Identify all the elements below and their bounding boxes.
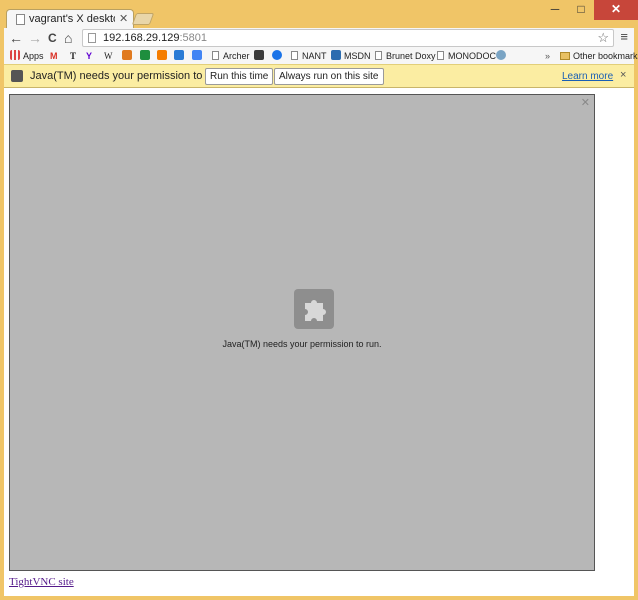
address-bar[interactable]: 192.168.29.129:5801 ☆ [82, 29, 614, 47]
nytimes-icon[interactable]: T [70, 49, 76, 63]
bookmark-star-icon[interactable]: ☆ [597, 30, 609, 46]
bookmarks-overflow-button[interactable]: » [545, 49, 550, 63]
calendar-icon[interactable] [192, 49, 205, 63]
drive-icon[interactable] [140, 49, 153, 63]
folder-icon [560, 52, 570, 60]
run-this-time-button[interactable]: Run this time [205, 68, 274, 85]
plugin-infobar: Java(TM) needs your permission to run. R… [4, 64, 634, 88]
back-button[interactable]: ← [9, 29, 23, 47]
forward-button[interactable]: → [28, 29, 42, 47]
close-window-button[interactable]: ✕ [594, 0, 638, 20]
gmail-icon[interactable]: M [50, 49, 58, 63]
colorful-icon[interactable] [254, 49, 267, 63]
chrome-menu-button[interactable]: ≡ [620, 29, 628, 44]
page-favicon-icon [16, 14, 25, 25]
page-icon [375, 51, 382, 60]
window-controls: ─ □ ✕ [542, 0, 638, 20]
apps-grid-icon [10, 50, 20, 60]
tab-close-icon[interactable]: ✕ [119, 12, 128, 25]
puzzle-piece-icon [294, 289, 334, 329]
plugin-message: Java(TM) needs your permission to run. [222, 339, 382, 349]
page-icon [88, 33, 96, 43]
page-icon [212, 51, 219, 60]
minimize-button[interactable]: ─ [542, 0, 568, 20]
new-tab-button[interactable] [131, 13, 155, 25]
bookmark-apps[interactable]: Apps [10, 49, 44, 63]
msdn-icon [331, 50, 341, 60]
bookmark-brunet-doxy[interactable]: Brunet Doxy [375, 49, 436, 63]
bookmark-monodoc[interactable]: MONODOC [437, 49, 496, 63]
mono-icon[interactable] [496, 49, 509, 63]
window-titlebar: vagrant's X desktop (preci ✕ ─ □ ✕ [0, 0, 638, 29]
bookmark-archer[interactable]: Archer [212, 49, 250, 63]
page-icon [291, 51, 298, 60]
page-icon [437, 51, 444, 60]
page-content: ✕ Java(TM) needs your permission to run.… [4, 88, 634, 596]
wikipedia-icon[interactable]: W [104, 49, 113, 63]
edge-icon[interactable] [272, 49, 285, 63]
bookmark-nant[interactable]: NANT [291, 49, 327, 63]
plugin-close-icon[interactable]: ✕ [581, 96, 590, 109]
always-run-button[interactable]: Always run on this site [274, 68, 384, 85]
infobar-message: Java(TM) needs your permission to run. [30, 70, 225, 82]
nbc-icon[interactable] [174, 49, 187, 63]
tightvnc-site-link[interactable]: TightVNC site [9, 576, 74, 588]
other-bookmarks[interactable]: Other bookmarks [560, 49, 638, 63]
blogger-icon[interactable] [157, 49, 170, 63]
window-bottom-border [0, 596, 638, 600]
infobar-close-icon[interactable]: × [620, 69, 626, 81]
bookmark-msdn[interactable]: MSDN [331, 49, 371, 63]
tab-active[interactable]: vagrant's X desktop (preci ✕ [6, 9, 134, 29]
puzzle-piece-icon [11, 70, 23, 82]
bookmarks-bar: Apps M T Y W Archer NANT MSDN Brunet Dox… [0, 48, 638, 64]
yahoo-icon[interactable]: Y [86, 49, 92, 63]
reload-button[interactable]: C [48, 29, 57, 47]
blocked-plugin-area[interactable]: ✕ Java(TM) needs your permission to run. [9, 94, 595, 571]
tab-title: vagrant's X desktop (preci [29, 13, 115, 25]
maximize-button[interactable]: □ [568, 0, 594, 20]
learn-more-link[interactable]: Learn more [562, 71, 613, 82]
outlook-icon[interactable] [122, 49, 135, 63]
url-text: 192.168.29.129:5801 [103, 32, 207, 44]
home-button[interactable]: ⌂ [64, 29, 72, 47]
browser-toolbar: ← → C ⌂ 192.168.29.129:5801 ☆ ≡ [0, 28, 638, 48]
